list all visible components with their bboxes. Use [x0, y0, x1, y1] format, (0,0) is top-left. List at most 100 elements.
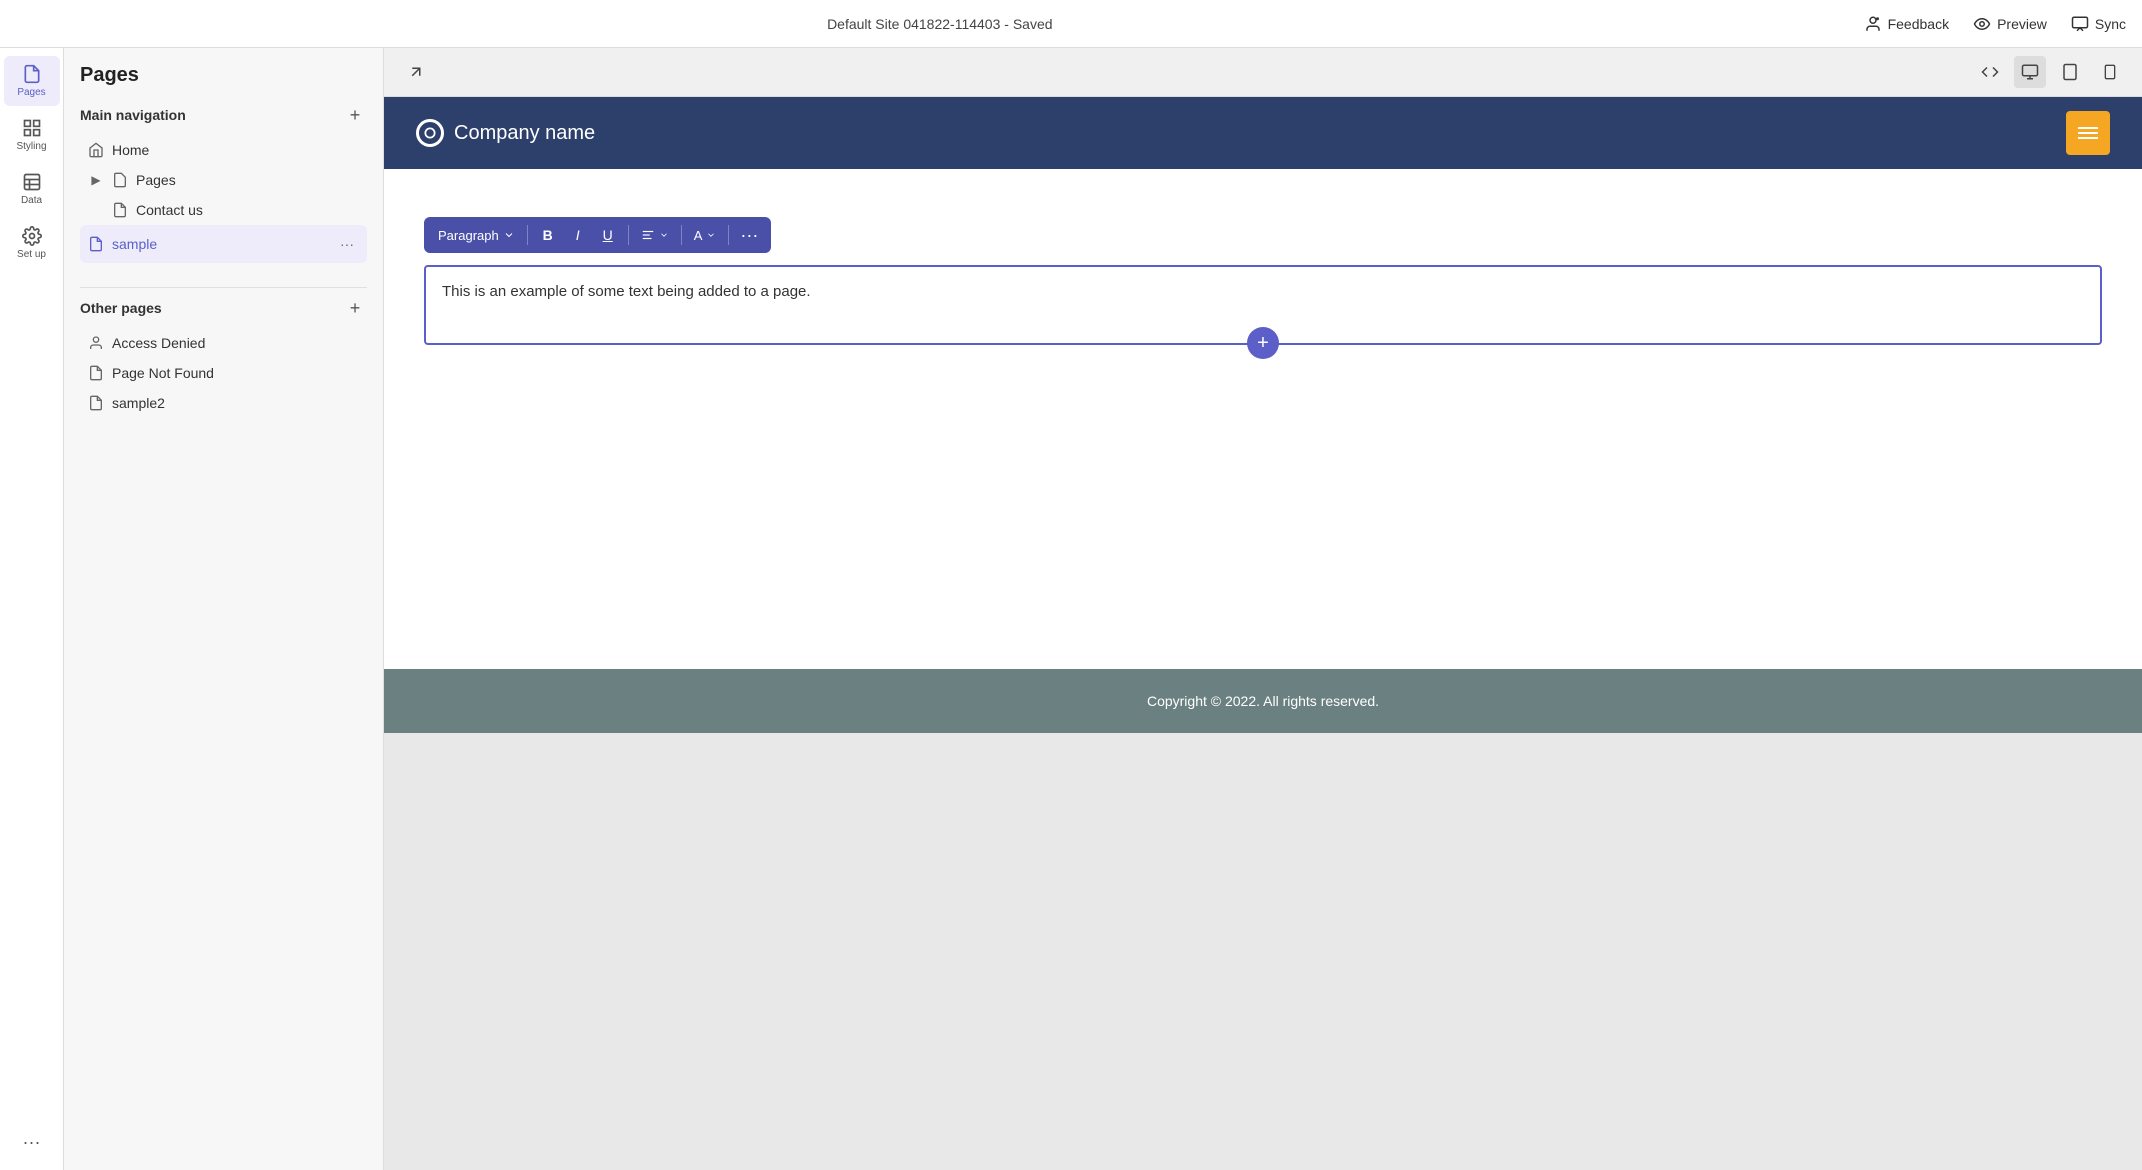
editor-topbar-left	[400, 56, 432, 88]
more-options-button[interactable]: ···	[735, 221, 763, 249]
pages-expand-button[interactable]: ▶	[88, 173, 104, 187]
tablet-icon	[2061, 63, 2079, 81]
toolbar-divider-2	[628, 225, 629, 245]
site-menu-button[interactable]	[2066, 111, 2110, 155]
sidebar-item-pages[interactable]: Pages	[4, 56, 60, 106]
align-icon	[641, 228, 655, 242]
code-view-button[interactable]	[1974, 56, 2006, 88]
page-icon-notfound	[88, 365, 104, 381]
other-pages-header: Other pages +	[80, 296, 367, 320]
feedback-label: Feedback	[1888, 16, 1949, 32]
access-denied-label: Access Denied	[112, 335, 359, 351]
content-area: Company name Parag	[384, 48, 2142, 1170]
add-block-button[interactable]: +	[1247, 327, 1279, 359]
preview-label: Preview	[1997, 16, 2047, 32]
other-pages-label: Other pages	[80, 300, 162, 316]
preview-icon	[1973, 15, 1991, 33]
editor-topbar	[384, 48, 2142, 97]
company-name: Company name	[454, 122, 595, 145]
main-layout: Pages Styling Data Set up ··· Pages Main…	[0, 48, 2142, 1170]
mobile-icon	[2102, 63, 2118, 81]
font-label: A	[694, 228, 703, 243]
main-nav-label: Main navigation	[80, 107, 186, 123]
desktop-icon	[2021, 63, 2039, 81]
desktop-view-button[interactable]	[2014, 56, 2046, 88]
italic-button[interactable]: I	[564, 221, 592, 249]
other-pages-section: Other pages + Access Denied Page Not Fou…	[64, 296, 383, 418]
data-icon	[22, 172, 42, 192]
hamburger-icon	[2078, 124, 2098, 142]
sidebar-more-button[interactable]: ···	[4, 1126, 60, 1158]
user-icon	[88, 335, 104, 351]
nav-item-home[interactable]: Home	[80, 135, 367, 165]
site-logo: Company name	[416, 119, 595, 147]
editor-topbar-right	[1974, 56, 2126, 88]
nav-item-pages-folder[interactable]: ▶ Pages	[80, 165, 367, 195]
page-icon-sample2	[88, 395, 104, 411]
nav-item-contact-us[interactable]: Contact us	[104, 195, 367, 225]
home-icon	[88, 142, 104, 158]
sync-icon	[2071, 15, 2089, 33]
feedback-button[interactable]: Feedback	[1864, 15, 1949, 33]
sidebar-item-data[interactable]: Data	[4, 164, 60, 214]
toolbar-divider-4	[728, 225, 729, 245]
pages-sidebar: Pages Main navigation + Home ▶ Pages	[64, 48, 384, 1170]
page-not-found-label: Page Not Found	[112, 365, 359, 381]
pages-title: Pages	[64, 64, 383, 103]
sync-label: Sync	[2095, 16, 2126, 32]
text-editor-box[interactable]: This is an example of some text being ad…	[424, 265, 2102, 345]
add-other-pages-button[interactable]: +	[343, 296, 367, 320]
sample-more-button[interactable]: ···	[335, 232, 359, 256]
main-nav-section: Main navigation + Home ▶ Pages Contact u…	[64, 103, 383, 263]
tablet-view-button[interactable]	[2054, 56, 2086, 88]
folder-icon	[112, 172, 128, 188]
font-dropdown[interactable]: A	[688, 224, 723, 247]
sidebar-item-setup[interactable]: Set up	[4, 218, 60, 268]
sidebar-item-styling[interactable]: Styling	[4, 110, 60, 160]
editor-text: This is an example of some text being ad…	[442, 283, 2084, 300]
page-icon-contact	[112, 202, 128, 218]
toolbar-divider-1	[527, 225, 528, 245]
icon-sidebar: Pages Styling Data Set up ···	[0, 48, 64, 1170]
nav-item-sample2[interactable]: sample2	[80, 388, 367, 418]
contact-us-label: Contact us	[136, 202, 359, 218]
code-icon	[1981, 63, 1999, 81]
website-preview: Company name Parag	[384, 97, 2142, 1170]
sample-label: sample	[112, 236, 327, 252]
topbar: Default Site 041822-114403 - Saved Feedb…	[0, 0, 2142, 48]
main-nav-header: Main navigation +	[80, 103, 367, 127]
preview-area: Company name Parag	[384, 97, 2142, 1170]
site-body: Paragraph B I U	[384, 169, 2142, 669]
toolbar-divider-3	[681, 225, 682, 245]
nav-item-page-not-found[interactable]: Page Not Found	[80, 358, 367, 388]
setup-icon	[22, 226, 42, 246]
font-chevron-icon	[706, 230, 716, 240]
paragraph-dropdown[interactable]: Paragraph	[432, 224, 521, 247]
pages-folder-label: Pages	[136, 172, 359, 188]
pages-sub-items: Contact us	[80, 195, 367, 225]
site-header: Company name	[384, 97, 2142, 169]
styling-icon	[22, 118, 42, 138]
nav-item-access-denied[interactable]: Access Denied	[80, 328, 367, 358]
paragraph-label: Paragraph	[438, 228, 499, 243]
sync-button[interactable]: Sync	[2071, 15, 2126, 33]
page-icon-sample	[88, 236, 104, 252]
add-main-nav-button[interactable]: +	[343, 103, 367, 127]
alignment-dropdown[interactable]	[635, 224, 675, 246]
arrow-tool-icon	[407, 63, 425, 81]
nav-item-sample[interactable]: sample ···	[80, 225, 367, 263]
format-toolbar: Paragraph B I U	[424, 217, 771, 253]
topbar-right: Feedback Preview Sync	[1864, 15, 2126, 33]
site-title: Default Site 041822-114403 - Saved	[827, 16, 1052, 32]
arrow-tool-button[interactable]	[400, 56, 432, 88]
site-footer: Copyright © 2022. All rights reserved.	[384, 669, 2142, 733]
preview-button[interactable]: Preview	[1973, 15, 2047, 33]
pages-icon	[22, 64, 42, 84]
underline-button[interactable]: U	[594, 221, 622, 249]
sample2-label: sample2	[112, 395, 359, 411]
sidebar-divider	[80, 287, 367, 288]
align-chevron-icon	[659, 230, 669, 240]
mobile-view-button[interactable]	[2094, 56, 2126, 88]
home-label: Home	[112, 142, 359, 158]
bold-button[interactable]: B	[534, 221, 562, 249]
